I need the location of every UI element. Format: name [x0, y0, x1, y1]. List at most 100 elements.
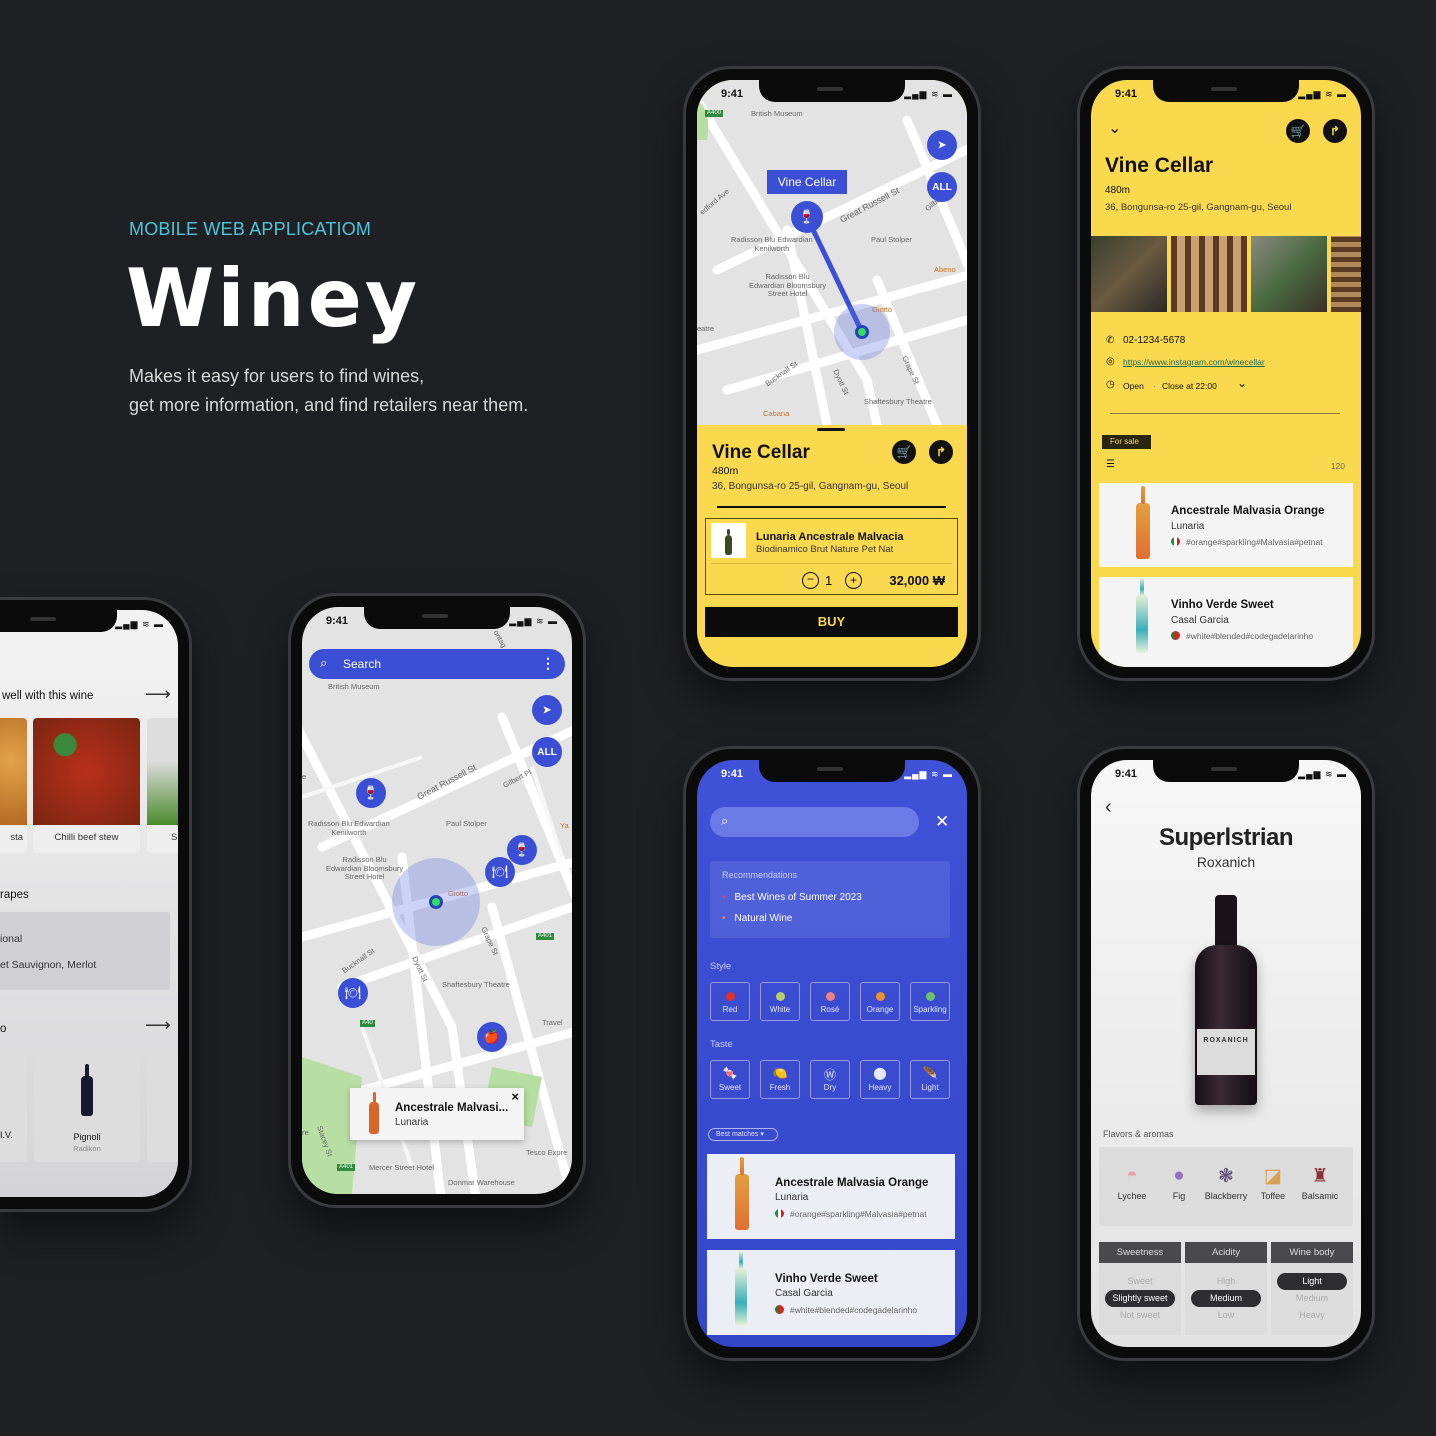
taste-chip-light[interactable]: 🪶 Light: [910, 1060, 950, 1099]
recommendation-item[interactable]: • Best Wines of Summer 2023: [722, 892, 862, 903]
pairing-title: well with this wine: [2, 690, 94, 702]
food-shop-marker-icon[interactable]: 🍎: [477, 1022, 507, 1052]
cart-icon: 🛒: [1290, 124, 1306, 138]
scale-option[interactable]: Slightly sweet: [1105, 1290, 1175, 1307]
cart-button[interactable]: 🛒: [892, 440, 916, 464]
scale-option[interactable]: Low: [1185, 1307, 1267, 1324]
color-dot-icon: [775, 992, 785, 1001]
scale-option[interactable]: Not sweet: [1099, 1307, 1181, 1324]
buy-button[interactable]: BUY: [705, 607, 958, 637]
style-chip-red[interactable]: Red: [710, 982, 750, 1021]
restaurant-marker-icon[interactable]: 🍽: [485, 857, 515, 887]
store-photo[interactable]: [1331, 236, 1361, 312]
recommendation-item[interactable]: • Natural Wine: [722, 913, 792, 924]
more-menu-icon[interactable]: ⋮: [541, 655, 555, 672]
pairing-arrow-icon[interactable]: ⟶: [145, 684, 171, 705]
wine-shop-marker-icon[interactable]: 🍷: [356, 778, 386, 808]
taste-chip-dry[interactable]: Ⓦ Dry: [810, 1060, 850, 1099]
candy-icon: 🍬: [722, 1066, 738, 1080]
wine-name: Vinho Verde Sweet: [1171, 599, 1274, 611]
scale-option[interactable]: Heavy: [1271, 1307, 1353, 1324]
wine-shop-marker-icon[interactable]: 🍷: [507, 835, 537, 865]
taste-chip-fresh[interactable]: 🍋 Fresh: [760, 1060, 800, 1099]
scale-option[interactable]: Medium: [1271, 1290, 1353, 1307]
wine-count: 120: [1330, 461, 1345, 471]
wine-list-item[interactable]: Vinho Verde Sweet Casal Garcia #white#bl…: [1099, 577, 1353, 667]
product-subtitle: Biodinamico Brut Nature Pet Nat: [756, 544, 894, 555]
similar-arrow-icon[interactable]: ⟶: [145, 1015, 171, 1036]
map-view[interactable]: A400 British Museum edford Ave Great Rus…: [697, 80, 967, 425]
increase-quantity-button[interactable]: +: [845, 572, 862, 589]
food-card[interactable]: sta: [0, 718, 27, 853]
style-chip-white[interactable]: White: [760, 982, 800, 1021]
wine-name: Pignoli: [73, 1132, 101, 1142]
wine-list-item[interactable]: Ancestrale Malvasia Orange Lunaria #oran…: [1099, 483, 1353, 567]
hours-expand-chevron-icon[interactable]: ⌄: [1237, 376, 1247, 390]
food-card[interactable]: Chilli beef stew: [33, 718, 140, 853]
taste-chip-sweet[interactable]: 🍬 Sweet: [710, 1060, 750, 1099]
store-photo[interactable]: [1171, 236, 1247, 312]
wine-card[interactable]: Pignoli Radikon: [34, 1056, 140, 1162]
store-photo[interactable]: [1251, 236, 1327, 312]
scale-option[interactable]: Medium: [1191, 1290, 1261, 1307]
scale-option[interactable]: Sweet: [1099, 1273, 1181, 1290]
scale-option[interactable]: High: [1185, 1273, 1267, 1290]
show-all-button[interactable]: ALL: [927, 172, 957, 202]
divider: [711, 563, 952, 564]
map-label: Tesco Expre: [526, 1148, 568, 1157]
wine-name: I.V.: [0, 1130, 13, 1140]
back-chevron-icon[interactable]: ‹: [1105, 796, 1112, 819]
store-name: Vine Cellar: [1105, 154, 1214, 177]
wine-bottle-image: ROXANICH: [1195, 945, 1257, 1105]
italy-flag-icon: [1171, 537, 1180, 546]
map-label: British Museum: [751, 109, 803, 118]
wine-popup-card[interactable]: Ancestrale Malvasi... Lunaria ×: [350, 1088, 524, 1140]
sort-dropdown[interactable]: Best matches ▾: [708, 1128, 778, 1141]
collapse-chevron-icon[interactable]: ⌄: [1108, 118, 1121, 138]
cart-button[interactable]: 🛒: [1286, 119, 1310, 143]
locate-me-button[interactable]: ➤: [927, 130, 957, 160]
search-bar[interactable]: ⌕ Search ⋮: [309, 649, 565, 679]
wine-shop-marker-icon[interactable]: 🍷: [791, 201, 823, 233]
list-view-icon[interactable]: ☰: [1106, 459, 1115, 470]
map-search-screen: 9:41 ▂▄▆ ≋ ▬ British Museum Great Russel…: [302, 607, 572, 1194]
user-location-dot: [429, 895, 443, 909]
map-label: Mercer Street Hotel: [369, 1163, 435, 1172]
wine-list-item[interactable]: Vinho Verde Sweet Casal Garcia #white#bl…: [707, 1250, 955, 1335]
share-button[interactable]: ↱: [1323, 119, 1347, 143]
close-icon[interactable]: ×: [511, 1089, 519, 1104]
food-card[interactable]: S: [147, 718, 178, 853]
share-button[interactable]: ↱: [929, 440, 953, 464]
style-chip-sparkling[interactable]: Sparkling: [910, 982, 950, 1021]
close-search-icon[interactable]: ✕: [935, 812, 949, 832]
open-status: Open: [1123, 381, 1144, 391]
show-all-button[interactable]: ALL: [532, 737, 562, 767]
wine-list-item[interactable]: Ancestrale Malvasia Orange Lunaria #oran…: [707, 1154, 955, 1239]
taste-chip-heavy[interactable]: ⬤ Heavy: [860, 1060, 900, 1099]
store-phone[interactable]: 02-1234-5678: [1123, 335, 1185, 346]
store-tag[interactable]: Vine Cellar: [767, 170, 847, 194]
bottle-image: [735, 1250, 747, 1326]
decrease-quantity-button[interactable]: −: [802, 572, 819, 589]
divider: [1110, 413, 1340, 414]
search-input[interactable]: ⌕: [710, 807, 919, 837]
recommendations-box: Recommendations • Best Wines of Summer 20…: [710, 861, 950, 938]
for-sale-badge[interactable]: For sale: [1102, 435, 1151, 449]
wine-card[interactable]: I.V.: [0, 1056, 27, 1162]
navigation-arrow-icon: ➤: [937, 139, 947, 151]
sheet-handle[interactable]: [817, 428, 845, 431]
store-photo[interactable]: [1091, 236, 1167, 312]
style-chip-orange[interactable]: Orange: [860, 982, 900, 1021]
locate-me-button[interactable]: ➤: [532, 695, 562, 725]
scale-option[interactable]: Light: [1277, 1273, 1347, 1290]
product-thumbnail: [711, 523, 746, 558]
chip-label: Rosé: [820, 1005, 840, 1014]
map-label: Radisson Blu Edwardian Kenilworth: [308, 819, 390, 837]
instagram-link[interactable]: https://www.instagram.com/winecellar: [1123, 357, 1265, 367]
style-chip-ros[interactable]: Rosé: [810, 982, 850, 1021]
flavor-item: ◓ Lychee: [1106, 1165, 1158, 1201]
restaurant-marker-icon[interactable]: 🍽: [338, 978, 368, 1008]
hero-description-line1: Makes it easy for users to find wines,: [129, 366, 425, 386]
wine-card[interactable]: [147, 1056, 178, 1162]
color-dot-icon: [925, 992, 935, 1001]
